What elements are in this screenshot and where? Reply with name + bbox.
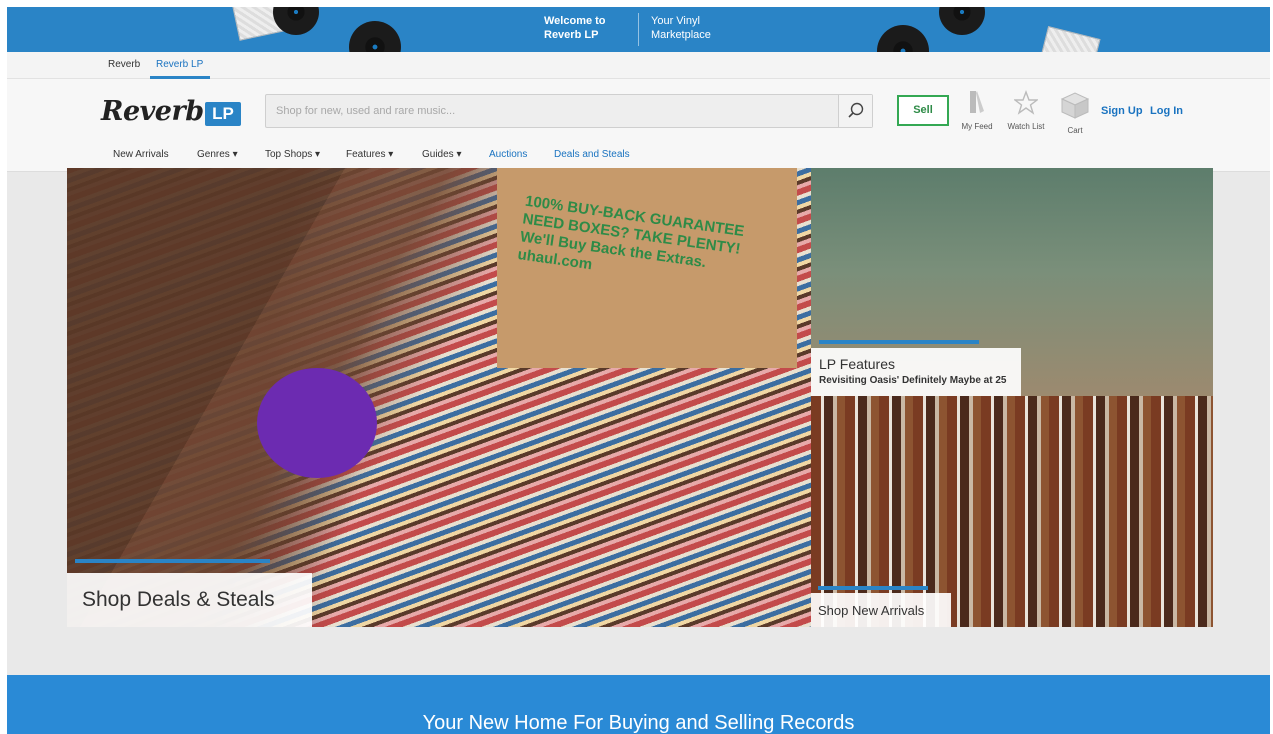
nav-guides[interactable]: Guides ▾ [422, 149, 461, 160]
lp-features-caption[interactable]: LP Features Revisiting Oasis' Definitely… [811, 348, 1021, 396]
vinyl-record-icon [349, 21, 401, 52]
caption-accent-bar [818, 586, 928, 590]
my-feed-label: My Feed [961, 122, 993, 131]
promo-band-title: Your New Home For Buying and Selling Rec… [422, 712, 855, 734]
cart-link[interactable]: Cart [1055, 89, 1095, 135]
shop-deals-caption[interactable]: Shop Deals & Steals [67, 573, 312, 627]
lp-features-image[interactable]: LP Features Revisiting Oasis' Definitely… [811, 168, 1213, 396]
feed-icon [970, 91, 984, 113]
my-feed-link[interactable]: My Feed [957, 89, 997, 131]
nav-auctions[interactable]: Auctions [489, 149, 527, 160]
vinyl-record-icon [877, 25, 929, 52]
purple-album-cover [257, 368, 377, 478]
search-bar [265, 94, 873, 128]
watch-list-link[interactable]: Watch List [1003, 89, 1049, 131]
reverb-logo[interactable]: Reverb [101, 96, 204, 127]
log-in-link[interactable]: Log In [1150, 105, 1183, 117]
search-input[interactable] [266, 95, 838, 127]
nav-new-arrivals[interactable]: New Arrivals [113, 149, 169, 160]
sell-button[interactable]: Sell [897, 95, 949, 126]
banner-welcome-text: Welcome to Reverb LP [544, 15, 606, 41]
star-icon [1012, 90, 1040, 115]
nav-deals-and-steals[interactable]: Deals and Steals [554, 149, 630, 160]
caption-accent-bar [819, 340, 979, 344]
promo-band: Your New Home For Buying and Selling Rec… [7, 675, 1270, 734]
cart-box-icon [1060, 92, 1090, 119]
site-header: Reverb LP Sell My Feed Watch List [7, 79, 1270, 172]
record-sleeve-icon [1039, 26, 1101, 52]
site-tab-reverb-lp[interactable]: Reverb LP [156, 59, 203, 70]
search-button[interactable] [838, 95, 872, 127]
vinyl-record-icon [939, 7, 985, 35]
site-switcher: Reverb Reverb LP [7, 52, 1270, 79]
lp-features-subtitle: Revisiting Oasis' Definitely Maybe at 25 [819, 375, 1007, 386]
watch-list-label: Watch List [1007, 122, 1045, 131]
hero-deals-image[interactable]: 100% BUY-BACK GUARANTEE NEED BOXES? TAKE… [67, 168, 811, 627]
cart-label: Cart [1067, 126, 1083, 135]
shop-new-arrivals-caption[interactable]: Shop New Arrivals [811, 593, 951, 627]
nav-features[interactable]: Features ▾ [346, 149, 393, 160]
banner-divider [638, 13, 639, 46]
lp-features-title: LP Features [819, 356, 896, 372]
caption-accent-bar [75, 559, 270, 563]
new-arrivals-image[interactable]: Shop New Arrivals [811, 396, 1213, 627]
welcome-banner: Welcome to Reverb LP Your Vinyl Marketpl… [7, 7, 1270, 52]
lp-badge[interactable]: LP [205, 102, 241, 126]
banner-tagline-text: Your Vinyl Marketplace [651, 15, 711, 41]
nav-top-shops[interactable]: Top Shops ▾ [265, 149, 320, 160]
nav-genres[interactable]: Genres ▾ [197, 149, 238, 160]
browser-viewport: Welcome to Reverb LP Your Vinyl Marketpl… [7, 7, 1270, 734]
search-icon [848, 102, 864, 118]
site-tab-reverb[interactable]: Reverb [108, 59, 140, 70]
sign-up-link[interactable]: Sign Up [1101, 105, 1143, 117]
hero-section: 100% BUY-BACK GUARANTEE NEED BOXES? TAKE… [67, 168, 1213, 627]
